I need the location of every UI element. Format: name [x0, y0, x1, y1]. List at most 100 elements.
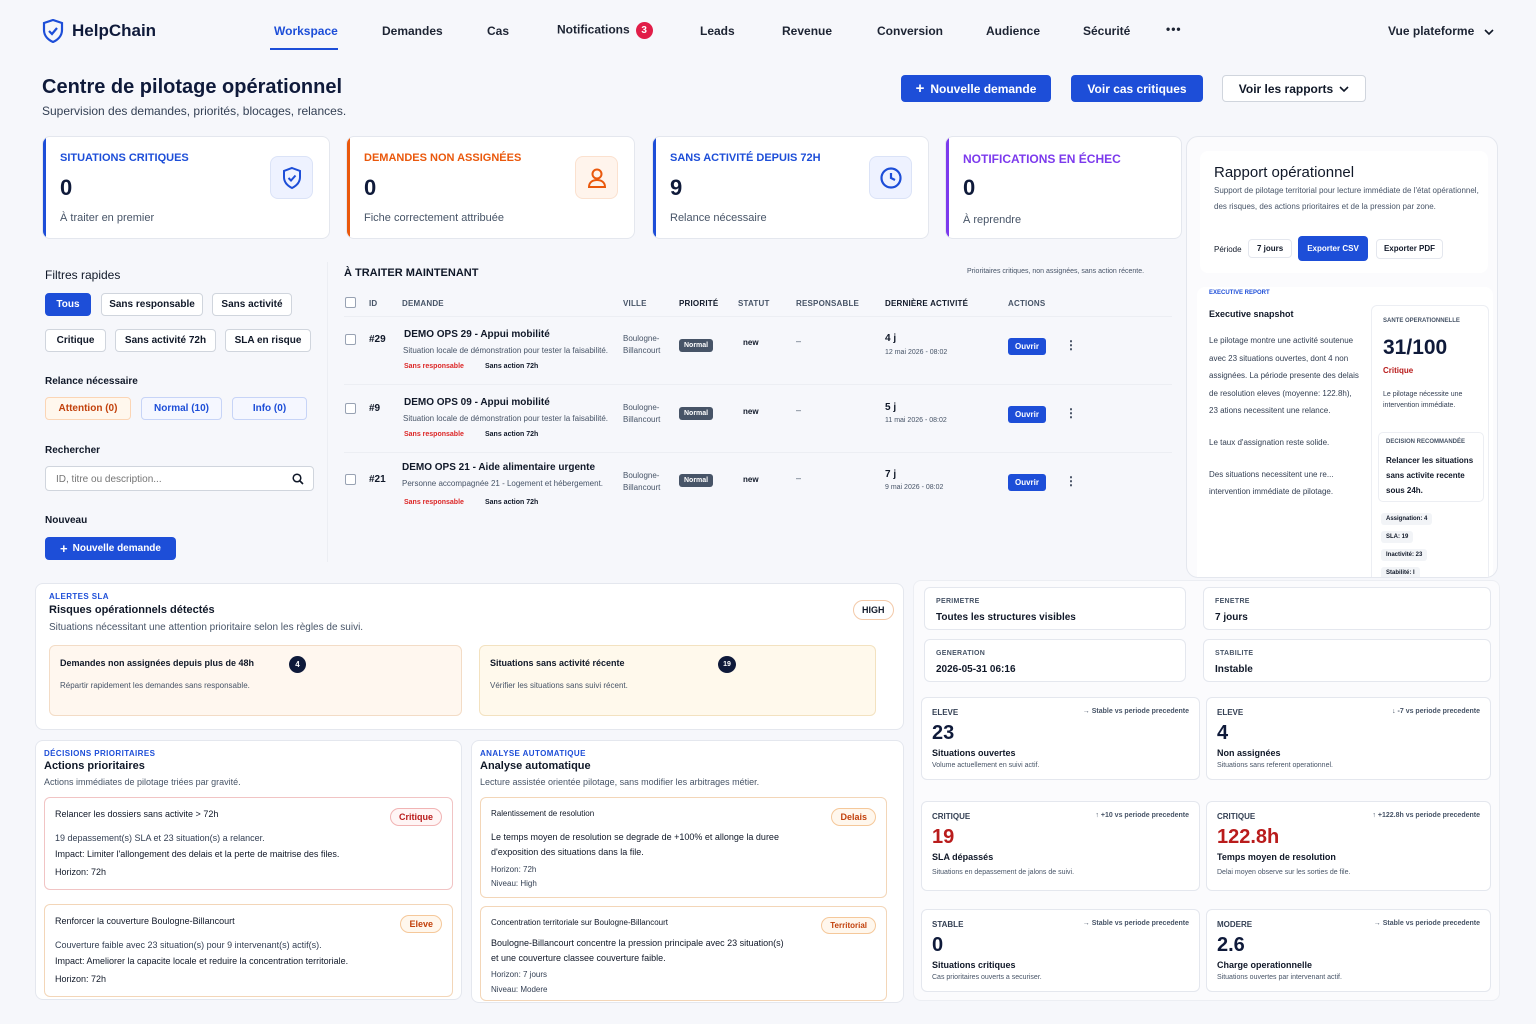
search-icon[interactable]: [292, 473, 304, 485]
nav-securite[interactable]: Sécurité: [1083, 24, 1130, 38]
row-menu-icon[interactable]: ⋮: [1065, 474, 1077, 488]
stat-card-critical[interactable]: SITUATIONS CRITIQUES 0 À traiter en prem…: [42, 136, 330, 239]
filter-chip-all[interactable]: Tous: [45, 293, 91, 316]
row-menu-icon[interactable]: ⋮: [1065, 338, 1077, 352]
column-header-ville[interactable]: VILLE: [623, 299, 647, 308]
sidebar-new-request-button[interactable]: + Nouvelle demande: [45, 537, 176, 560]
metric-card-load[interactable]: MODERE → Stable vs periode precedente 2.…: [1206, 909, 1491, 992]
metric-desc: Cas prioritaires ouverts a securiser.: [932, 974, 1042, 981]
search-input[interactable]: [56, 471, 276, 487]
row-title[interactable]: DEMO OPS 09 - Appui mobilité: [404, 397, 550, 408]
alert-desc: Vérifier les situations sans suivi récen…: [490, 681, 628, 690]
column-header-derniere-activite[interactable]: DERNIÈRE ACTIVITÉ: [885, 299, 968, 308]
reports-dropdown-button[interactable]: Voir les rapports: [1222, 75, 1366, 102]
column-header-statut[interactable]: STATUT: [738, 299, 770, 308]
row-checkbox[interactable]: [345, 403, 356, 414]
exec-label: EXECUTIVE REPORT: [1209, 290, 1270, 296]
column-header-priorite[interactable]: PRIORITÉ: [679, 299, 718, 308]
open-button[interactable]: Ouvrir: [1008, 406, 1046, 423]
analysis-line: Boulogne-Billancourt concentre la pressi…: [491, 938, 784, 948]
chevron-down-icon: [1484, 28, 1494, 36]
app-logo[interactable]: HelpChain: [42, 19, 156, 43]
shield-icon: [270, 156, 313, 199]
new-section-title: Nouveau: [45, 515, 88, 526]
decision-card[interactable]: Renforcer la couverture Boulogne-Billanc…: [44, 904, 453, 997]
alert-card-unassigned[interactable]: Demandes non assignées depuis plus de 48…: [49, 645, 462, 716]
nav-workspace[interactable]: Workspace: [274, 24, 338, 38]
stat-card-unassigned[interactable]: DEMANDES NON ASSIGNÉES 0 Fiche correctem…: [346, 136, 635, 239]
metric-card-open[interactable]: ELEVE → Stable vs periode precedente 23 …: [921, 697, 1200, 780]
metric-card-unassigned[interactable]: ELEVE ↓ -7 vs periode precedente 4 Non a…: [1206, 697, 1491, 780]
column-header-id[interactable]: ID: [369, 299, 377, 308]
platform-view-dropdown[interactable]: Vue plateforme: [1388, 24, 1494, 38]
nav-leads[interactable]: Leads: [700, 24, 735, 38]
row-desc: Personne accompagnée 21 - Logement et hé…: [402, 479, 604, 488]
stat-accent-bar: [347, 137, 350, 238]
alert-card-inactive[interactable]: Situations sans activité récente 19 Véri…: [479, 645, 876, 716]
alert-count-badge: 19: [718, 656, 736, 673]
followup-chip-info[interactable]: Info (0): [232, 397, 307, 420]
row-title[interactable]: DEMO OPS 21 - Aide alimentaire urgente: [402, 462, 595, 473]
filter-chip-no-activity-72h[interactable]: Sans activité 72h: [115, 329, 216, 352]
export-csv-button[interactable]: Exporter CSV: [1298, 236, 1368, 261]
nav-audience[interactable]: Audience: [986, 24, 1040, 38]
context-stabilite: STABILITE Instable: [1203, 639, 1491, 682]
metric-name: Situations ouvertes: [932, 748, 1016, 758]
column-header-actions[interactable]: ACTIONS: [1008, 299, 1045, 308]
new-request-button[interactable]: + Nouvelle demande: [901, 75, 1051, 102]
open-button[interactable]: Ouvrir: [1008, 474, 1046, 491]
stat-card-failed-notifications[interactable]: NOTIFICATIONS EN ÉCHEC 0 À reprendre: [945, 136, 1182, 239]
decisions-label: DÉCISIONS PRIORITAIRES: [44, 749, 156, 758]
nav-demandes[interactable]: Demandes: [382, 24, 443, 38]
tag-no-owner: Sans responsable: [404, 431, 464, 438]
decision-impact: Impact: Limiter l'allongement des delais…: [55, 849, 340, 859]
metric-card-critical[interactable]: STABLE → Stable vs periode precedente 0 …: [921, 909, 1200, 992]
alert-title: Demandes non assignées depuis plus de 48…: [60, 658, 255, 668]
nav-notifications[interactable]: Notifications 3: [557, 22, 653, 39]
exec-text-2: Le taux d'assignation reste solide.: [1209, 438, 1330, 447]
more-menu-icon[interactable]: •••: [1166, 22, 1182, 36]
nav-conversion[interactable]: Conversion: [877, 24, 943, 38]
filter-chip-critical[interactable]: Critique: [45, 329, 106, 352]
decision-card[interactable]: Relancer les dossiers sans activite > 72…: [44, 797, 453, 890]
followup-chip-attention[interactable]: Attention (0): [45, 397, 131, 420]
metric-card-resolution[interactable]: CRITIQUE ↑ +122.8h vs periode precedente…: [1206, 801, 1491, 891]
metric-card-sla[interactable]: CRITIQUE ↑ +10 vs periode precedente 19 …: [921, 801, 1200, 891]
row-divider: [344, 452, 1172, 453]
nav-active-indicator: [270, 48, 338, 50]
metric-value: 0: [932, 934, 944, 956]
filter-chip-no-owner[interactable]: Sans responsable: [101, 293, 203, 316]
row-menu-icon[interactable]: ⋮: [1065, 406, 1077, 420]
open-button[interactable]: Ouvrir: [1008, 338, 1046, 355]
select-all-checkbox[interactable]: [345, 297, 356, 308]
analysis-item-title: Ralentissement de resolution: [491, 809, 595, 818]
column-header-responsable[interactable]: RESPONSABLE: [796, 299, 859, 308]
row-checkbox[interactable]: [345, 474, 356, 485]
sidebar-new-request-label: Nouvelle demande: [72, 543, 161, 554]
row-checkbox[interactable]: [345, 334, 356, 345]
period-select[interactable]: 7 jours: [1248, 239, 1293, 258]
export-pdf-button[interactable]: Exporter PDF: [1376, 239, 1443, 259]
column-header-demande[interactable]: DEMANDE: [402, 299, 444, 308]
decision-line: Couverture faible avec 23 situation(s) p…: [55, 940, 322, 950]
filter-chip-no-activity[interactable]: Sans activité: [212, 293, 292, 316]
row-title[interactable]: DEMO OPS 29 - Appui mobilité: [404, 329, 550, 340]
filter-chip-sla-risk[interactable]: SLA en risque: [225, 329, 311, 352]
context-value: 7 jours: [1215, 612, 1248, 623]
nav-revenue[interactable]: Revenue: [782, 24, 832, 38]
stat-title: SITUATIONS CRITIQUES: [60, 152, 189, 164]
exec-title: Executive snapshot: [1209, 309, 1294, 319]
status-label: new: [743, 338, 759, 347]
analysis-level: Niveau: High: [491, 879, 537, 888]
decision-horizon: Horizon: 72h: [55, 974, 107, 984]
critical-cases-button[interactable]: Voir cas critiques: [1071, 75, 1203, 102]
period-label: Période: [1214, 245, 1242, 254]
owner-value: –: [796, 473, 802, 483]
search-field[interactable]: [45, 466, 314, 491]
analysis-card[interactable]: Ralentissement de resolution Delais Le t…: [480, 797, 887, 898]
analysis-card[interactable]: Concentration territoriale sur Boulogne-…: [480, 906, 887, 1001]
nav-cas[interactable]: Cas: [487, 24, 509, 38]
followup-chip-normal[interactable]: Normal (10): [141, 397, 222, 420]
stat-card-inactive[interactable]: SANS ACTIVITÉ DEPUIS 72H 9 Relance néces…: [652, 136, 929, 239]
nav-notifications-label: Notifications: [557, 22, 630, 37]
